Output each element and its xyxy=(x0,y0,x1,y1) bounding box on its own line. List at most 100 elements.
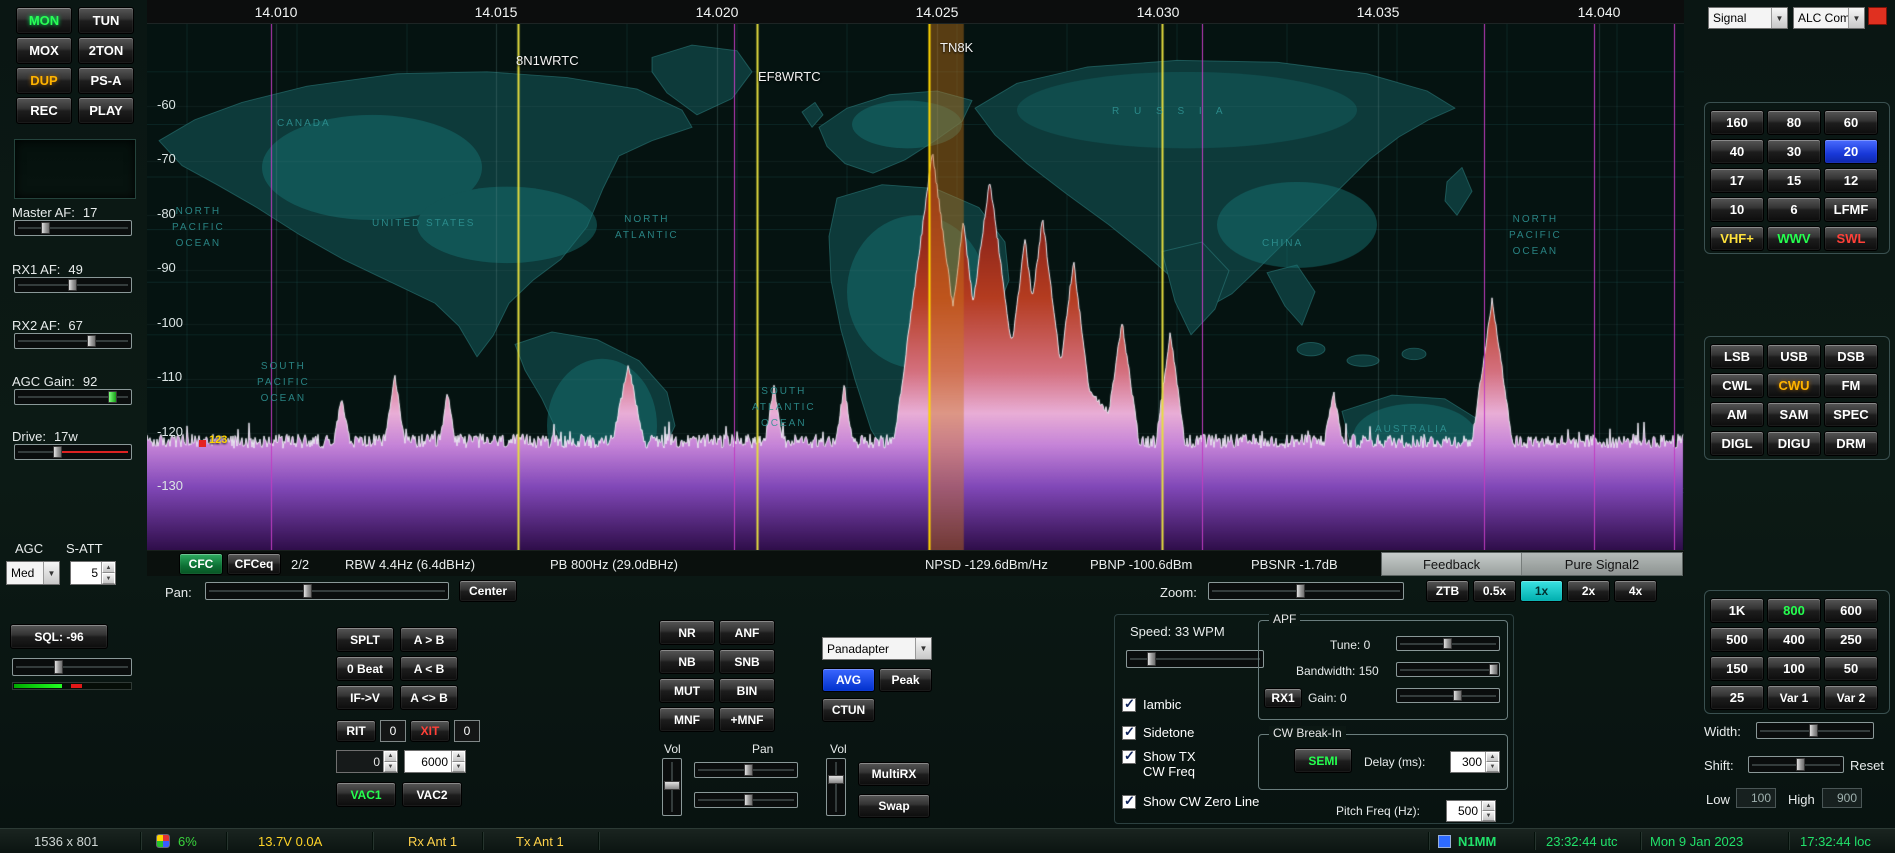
slider-thumb[interactable] xyxy=(1443,638,1452,649)
mode-digu-button[interactable]: DIGU xyxy=(1767,431,1821,456)
apf-rx1-button[interactable]: RX1 xyxy=(1264,688,1302,708)
mode-drm-button[interactable]: DRM xyxy=(1824,431,1878,456)
band-10-button[interactable]: 10 xyxy=(1710,197,1764,222)
snb-button[interactable]: SNB xyxy=(719,649,775,674)
slider-thumb[interactable] xyxy=(744,764,753,776)
filter-100-button[interactable]: 100 xyxy=(1767,656,1821,681)
psa-button[interactable]: PS-A xyxy=(78,67,134,94)
anf-button[interactable]: ANF xyxy=(719,620,775,645)
xit-step-spinner[interactable]: 6000 xyxy=(404,750,466,773)
agc-mode-select[interactable]: Med xyxy=(6,561,60,585)
spinner-arrows-icon[interactable] xyxy=(1485,752,1499,772)
sql-button[interactable]: SQL: -96 xyxy=(10,624,108,649)
center-button[interactable]: Center xyxy=(459,580,517,602)
zoom-05x-button[interactable]: 0.5x xyxy=(1473,580,1516,602)
band-30-button[interactable]: 30 xyxy=(1767,139,1821,164)
filter-250-button[interactable]: 250 xyxy=(1824,627,1878,652)
filter-25-button[interactable]: 25 xyxy=(1710,685,1764,710)
a-to-b-button[interactable]: A > B xyxy=(400,627,458,652)
satt-spinner[interactable]: 5 xyxy=(70,561,116,585)
mode-fm-button[interactable]: FM xyxy=(1824,373,1878,398)
puresignal2-button[interactable]: Pure Signal2 xyxy=(1522,553,1682,575)
b-to-a-button[interactable]: A < B xyxy=(400,656,458,681)
station-label[interactable]: TN8K xyxy=(940,40,973,55)
zoom-2x-button[interactable]: 2x xyxy=(1567,580,1610,602)
pan-slider[interactable] xyxy=(205,582,449,600)
vac1-button[interactable]: VAC1 xyxy=(336,782,396,807)
sql-slider[interactable] xyxy=(12,658,132,676)
vol1-slider[interactable] xyxy=(662,758,682,816)
spectrum-canvas[interactable] xyxy=(147,24,1684,550)
filter-var1-button[interactable]: Var 1 xyxy=(1767,685,1821,710)
feedback-button[interactable]: Feedback xyxy=(1382,553,1522,575)
semi-breakin-button[interactable]: SEMI xyxy=(1294,748,1352,773)
mode-usb-button[interactable]: USB xyxy=(1767,344,1821,369)
band-vhf-button[interactable]: VHF+ xyxy=(1710,226,1764,251)
apf-gain-slider[interactable] xyxy=(1396,688,1500,703)
spinner-arrows-icon[interactable] xyxy=(101,562,115,584)
filter-high-input[interactable]: 900 xyxy=(1822,788,1862,808)
slider-thumb[interactable] xyxy=(303,584,312,598)
rit-step-spinner[interactable]: 0 xyxy=(336,750,398,773)
rx-antenna-readout[interactable]: Rx Ant 1 xyxy=(408,834,457,849)
delay-spinner[interactable]: 300 xyxy=(1450,751,1500,773)
plus-mnf-button[interactable]: +MNF xyxy=(719,707,775,732)
spinner-arrows-icon[interactable] xyxy=(451,751,465,772)
filter-500-button[interactable]: 500 xyxy=(1710,627,1764,652)
band-60-button[interactable]: 60 xyxy=(1824,110,1878,135)
band-15-button[interactable]: 15 xyxy=(1767,168,1821,193)
mode-cwl-button[interactable]: CWL xyxy=(1710,373,1764,398)
xit-button[interactable]: XIT xyxy=(410,720,450,742)
mnf-button[interactable]: MNF xyxy=(659,707,715,732)
band-160-button[interactable]: 160 xyxy=(1710,110,1764,135)
tx-meter-select[interactable]: ALC Comp xyxy=(1793,7,1865,29)
band-lfmf-button[interactable]: LFMF xyxy=(1824,197,1878,222)
pan-rx1-slider[interactable] xyxy=(694,762,798,778)
swap-button[interactable]: Swap xyxy=(858,794,930,818)
station-label[interactable]: 8N1WRTC xyxy=(516,53,579,68)
panadapter-display[interactable]: NORTH PACIFIC OCEAN CANADA UNITED STATES… xyxy=(147,24,1684,550)
filter-low-input[interactable]: 100 xyxy=(1736,788,1776,808)
show-tx-cw-freq-checkbox[interactable]: Show TX CW Freq xyxy=(1122,749,1196,779)
cfc-button[interactable]: CFC xyxy=(179,553,223,575)
nr-button[interactable]: NR xyxy=(659,620,715,645)
shift-slider[interactable] xyxy=(1748,756,1844,773)
band-17-button[interactable]: 17 xyxy=(1710,168,1764,193)
a-swap-b-button[interactable]: A <> B xyxy=(400,685,458,710)
display-mode-select[interactable]: Panadapter xyxy=(822,637,932,660)
xit-value[interactable]: 0 xyxy=(454,720,480,742)
slider-thumb[interactable] xyxy=(828,775,844,784)
ctun-button[interactable]: CTUN xyxy=(822,698,875,722)
filter-600-button[interactable]: 600 xyxy=(1824,598,1878,623)
drive-slider[interactable] xyxy=(14,444,132,460)
shift-reset-button[interactable]: Reset xyxy=(1850,758,1884,773)
mode-am-button[interactable]: AM xyxy=(1710,402,1764,427)
filter-50-button[interactable]: 50 xyxy=(1824,656,1878,681)
apf-tune-slider[interactable] xyxy=(1396,636,1500,651)
vac2-button[interactable]: VAC2 xyxy=(402,782,462,807)
pan-rx2-slider[interactable] xyxy=(694,792,798,808)
master-af-slider[interactable] xyxy=(14,220,132,236)
band-wwv-button[interactable]: WWV xyxy=(1767,226,1821,251)
filter-var2-button[interactable]: Var 2 xyxy=(1824,685,1878,710)
slider-thumb[interactable] xyxy=(108,391,117,403)
width-slider[interactable] xyxy=(1756,722,1874,739)
band-12-button[interactable]: 12 xyxy=(1824,168,1878,193)
slider-thumb[interactable] xyxy=(54,660,63,674)
dup-button[interactable]: DUP xyxy=(16,67,72,94)
mox-button[interactable]: MOX xyxy=(16,37,72,64)
slider-thumb[interactable] xyxy=(87,335,96,347)
iambic-checkbox[interactable]: Iambic xyxy=(1122,697,1181,712)
sidetone-checkbox[interactable]: Sidetone xyxy=(1122,725,1194,740)
nb-button[interactable]: NB xyxy=(659,649,715,674)
pitch-freq-spinner[interactable]: 500 xyxy=(1446,800,1496,822)
if-to-v-button[interactable]: IF->V xyxy=(336,685,394,710)
band-swl-button[interactable]: SWL xyxy=(1824,226,1878,251)
rec-button[interactable]: REC xyxy=(16,97,72,124)
zoom-slider[interactable] xyxy=(1208,582,1404,600)
spinner-arrows-icon[interactable] xyxy=(1481,801,1495,821)
mon-button[interactable]: MON xyxy=(16,7,72,34)
peak-button[interactable]: Peak xyxy=(879,668,932,692)
slider-thumb[interactable] xyxy=(53,446,62,458)
spinner-arrows-icon[interactable] xyxy=(383,751,397,772)
